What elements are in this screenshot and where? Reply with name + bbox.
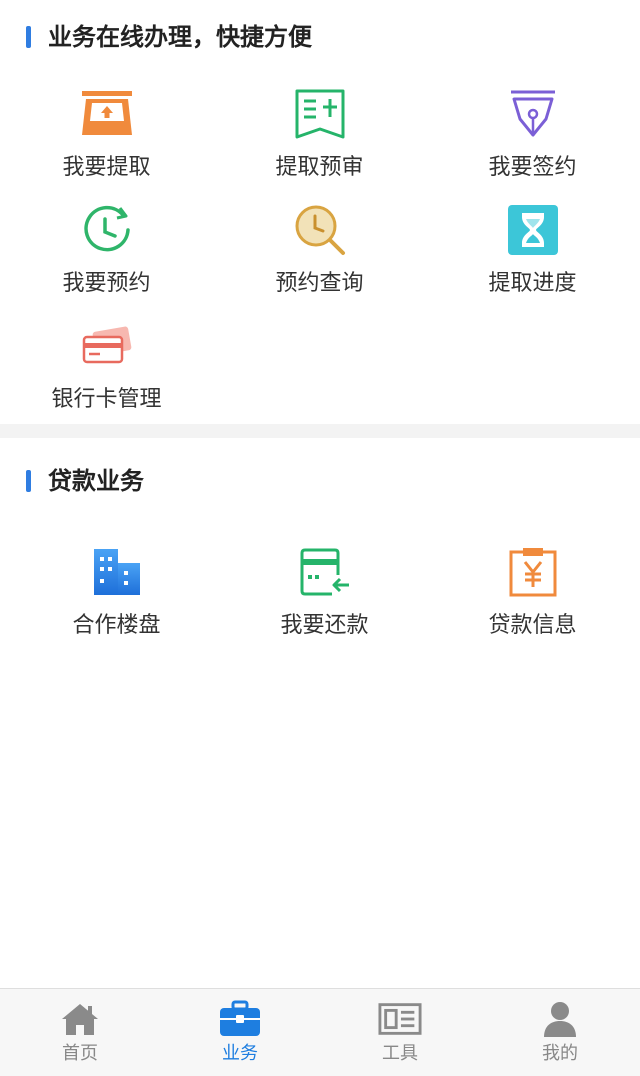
yuan-clipboard-icon	[505, 544, 561, 600]
section-header-online: 业务在线办理，快捷方便	[0, 16, 640, 56]
grid-item-label: 我要预约	[62, 271, 151, 296]
grid-item-label: 银行卡管理	[51, 387, 162, 412]
person-icon	[538, 999, 582, 1039]
grid-item-repay[interactable]: 我要还款	[218, 544, 431, 654]
withdraw-tray-icon	[79, 86, 135, 142]
pen-nib-icon	[505, 86, 561, 142]
section-title: 贷款业务	[48, 467, 144, 495]
tab-business[interactable]: 业务	[160, 989, 320, 1076]
grid-item-withdraw-progress[interactable]: 提取进度	[426, 202, 639, 312]
tab-label: 我的	[542, 1043, 578, 1064]
card-repay-icon	[297, 544, 353, 600]
grid-item-label: 我要还款	[280, 613, 369, 638]
grid-item-label: 贷款信息	[488, 613, 577, 638]
grid-item-partner-projects[interactable]: 合作楼盘	[10, 544, 223, 654]
grid-item-label: 我要签约	[488, 155, 577, 180]
document-plus-icon	[292, 86, 348, 142]
clock-icon	[79, 202, 135, 258]
grid-item-withdraw[interactable]: 我要提取	[0, 86, 213, 196]
grid-item-label: 我要提取	[62, 155, 151, 180]
hourglass-icon	[505, 202, 561, 258]
tab-tools[interactable]: 工具	[320, 989, 480, 1076]
grid-item-label: 合作楼盘	[72, 613, 161, 638]
section-header-loan: 贷款业务	[0, 460, 640, 500]
grid-item-loan-info[interactable]: 贷款信息	[426, 544, 639, 654]
business-page: 业务在线办理，快捷方便 我要提取 提取预审 我要签约 我要预约 预约查询 提取进…	[0, 0, 640, 1076]
building-icon	[89, 544, 145, 600]
clock-search-icon	[292, 202, 348, 258]
section-accent-bar	[26, 26, 31, 48]
grid-item-sign[interactable]: 我要签约	[426, 86, 639, 196]
section-divider	[0, 424, 640, 438]
tab-label: 首页	[62, 1043, 98, 1064]
bank-cards-icon	[79, 318, 135, 374]
grid-item-label: 提取预审	[275, 155, 364, 180]
home-icon	[58, 999, 102, 1039]
grid-item-label: 提取进度	[488, 271, 577, 296]
grid-item-appointment[interactable]: 我要预约	[0, 202, 213, 312]
tab-home[interactable]: 首页	[0, 989, 160, 1076]
bottom-tab-bar: 首页 业务 工具 我的	[0, 988, 640, 1076]
grid-item-bank-card[interactable]: 银行卡管理	[0, 318, 213, 428]
section-accent-bar	[26, 470, 31, 492]
briefcase-icon	[218, 999, 262, 1039]
grid-item-label: 预约查询	[275, 271, 364, 296]
tab-label: 业务	[222, 1043, 258, 1064]
newspaper-icon	[378, 999, 422, 1039]
tab-label: 工具	[382, 1043, 418, 1064]
grid-item-appointment-query[interactable]: 预约查询	[213, 202, 426, 312]
section-title: 业务在线办理，快捷方便	[48, 23, 312, 51]
grid-item-withdraw-precheck[interactable]: 提取预审	[213, 86, 426, 196]
tab-mine[interactable]: 我的	[480, 989, 640, 1076]
